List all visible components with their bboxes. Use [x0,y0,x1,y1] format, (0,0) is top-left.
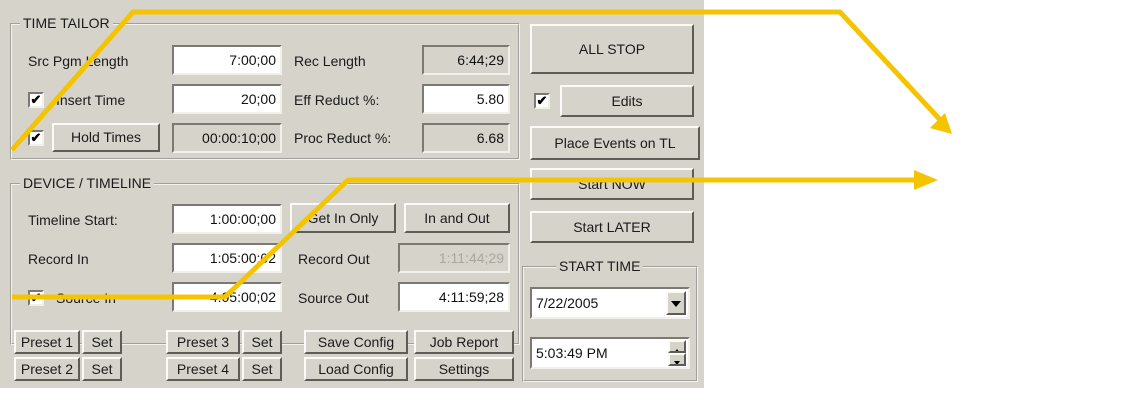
edits-button[interactable]: Edits [560,85,694,117]
preset-2-button[interactable]: Preset 2 [14,357,80,381]
preset-2-set-button[interactable]: Set [82,357,122,381]
in-and-out-button[interactable]: In and Out [404,203,510,233]
rec-length-field: 6:44;29 [422,45,510,75]
record-in-label: Record In [28,251,89,267]
preset-4-set-button[interactable]: Set [242,357,282,381]
source-in-checkbox[interactable]: ✔ [28,290,44,306]
record-out-field: 1:11:44;29 [398,243,510,273]
eff-reduct-field[interactable]: 5.80 [422,84,510,114]
all-stop-button[interactable]: ALL STOP [530,24,694,74]
job-report-button[interactable]: Job Report [414,330,514,354]
time-spinner[interactable]: 5:03:49 PM [530,337,690,369]
source-out-label: Source Out [298,290,369,306]
insert-time-field[interactable]: 20;00 [172,84,282,114]
source-in-label: Source In [56,290,116,306]
load-config-button[interactable]: Load Config [304,357,408,381]
rec-length-label: Rec Length [294,53,366,69]
chevron-down-icon [671,301,681,307]
start-now-button[interactable]: Start NOW [530,168,694,200]
time-value: 5:03:49 PM [536,345,608,361]
spin-down-icon [674,361,680,364]
save-config-button[interactable]: Save Config [304,330,408,354]
timeline-start-field[interactable]: 1:00:00;00 [172,204,282,234]
time-spin-down-button[interactable] [668,353,686,366]
insert-time-checkbox[interactable]: ✔ [28,92,44,108]
timeline-start-label: Timeline Start: [28,212,118,228]
eff-reduct-label: Eff Reduct %: [294,92,380,108]
date-value: 7/22/2005 [536,295,599,311]
preset-3-button[interactable]: Preset 3 [166,330,240,354]
proc-reduct-field: 6.68 [422,123,510,153]
hold-times-field: 00:00:10;00 [172,123,282,153]
insert-time-label: Insert Time [56,92,126,108]
time-spin-up-button[interactable] [668,340,686,353]
arrowhead-edits-icon [930,113,952,134]
preset-1-button[interactable]: Preset 1 [14,330,80,354]
device-timeline-title: DEVICE / TIMELINE [20,175,155,191]
src-pgm-length-field[interactable]: 7:00;00 [172,45,282,75]
edits-checkbox[interactable]: ✔ [534,93,550,109]
hold-times-checkbox[interactable]: ✔ [28,130,44,146]
place-events-on-tl-button[interactable]: Place Events on TL [530,126,700,160]
time-tailor-title: TIME TAILOR [20,15,113,31]
get-in-only-button[interactable]: Get In Only [290,203,396,233]
date-dropdown-button[interactable] [666,291,686,315]
start-time-title: START TIME [556,258,644,274]
proc-reduct-label: Proc Reduct %: [294,130,392,146]
control-panel: TIME TAILOR Src Pgm Length 7:00;00 Rec L… [0,0,704,388]
arrowhead-place-events-icon [914,170,938,190]
source-out-field[interactable]: 4:11:59;28 [398,282,510,312]
record-out-label: Record Out [298,251,370,267]
source-in-field[interactable]: 4:05:00;02 [172,282,282,312]
src-pgm-length-label: Src Pgm Length [28,53,129,69]
preset-1-set-button[interactable]: Set [82,330,122,354]
hold-times-button[interactable]: Hold Times [52,123,160,152]
spin-up-icon [675,349,679,351]
record-in-field[interactable]: 1:05:00;02 [172,243,282,273]
settings-button[interactable]: Settings [414,357,514,381]
start-later-button[interactable]: Start LATER [530,211,694,243]
preset-4-button[interactable]: Preset 4 [166,357,240,381]
preset-3-set-button[interactable]: Set [242,330,282,354]
